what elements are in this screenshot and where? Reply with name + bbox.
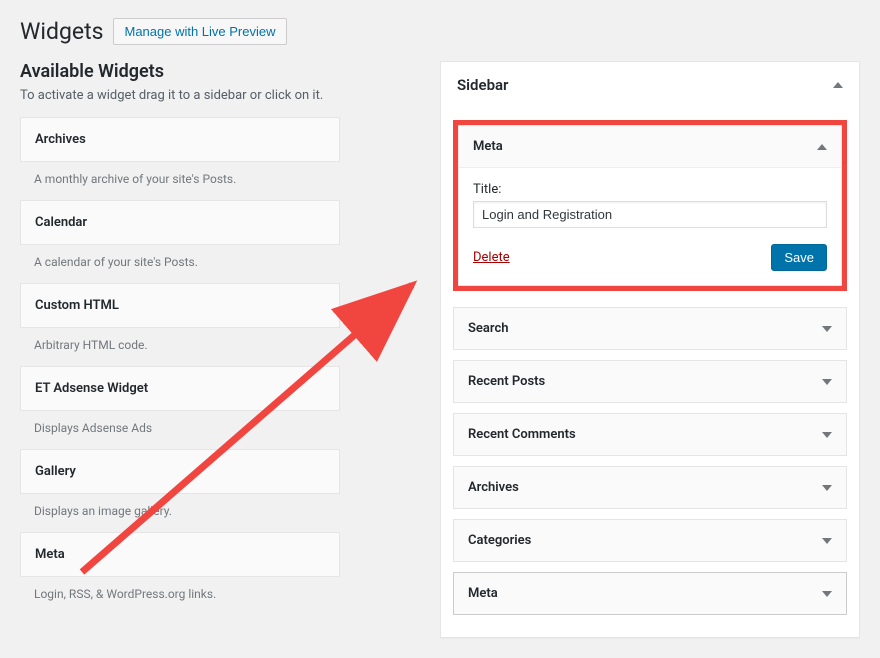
widget-desc: Login, RSS, & WordPress.org links. xyxy=(20,577,340,615)
widget-desc: Displays an image gallery. xyxy=(20,494,340,532)
widget-recent-posts-header[interactable]: Recent Posts xyxy=(454,361,846,402)
chevron-down-icon xyxy=(822,538,832,544)
page-title: Widgets xyxy=(20,18,103,45)
chevron-up-icon xyxy=(833,82,843,88)
highlight-annotation: Meta Title: Delete Save xyxy=(453,120,847,291)
widget-desc: Displays Adsense Ads xyxy=(20,411,340,449)
widget-archives-header[interactable]: Archives xyxy=(454,467,846,508)
widget-meta-header[interactable]: Meta xyxy=(459,126,841,168)
widget-name-label: Search xyxy=(468,321,509,336)
available-widget-gallery[interactable]: Gallery xyxy=(20,449,340,494)
title-field-label: Title: xyxy=(473,182,827,197)
manage-live-preview-button[interactable]: Manage with Live Preview xyxy=(113,18,286,45)
widget-name-label: Categories xyxy=(468,533,531,548)
chevron-down-icon xyxy=(822,485,832,491)
widget-desc: A monthly archive of your site's Posts. xyxy=(20,162,340,200)
widget-name-label: Meta xyxy=(468,586,498,601)
available-widget-calendar[interactable]: Calendar xyxy=(20,200,340,245)
available-widget-et-adsense[interactable]: ET Adsense Widget xyxy=(20,366,340,411)
available-widget-meta[interactable]: Meta xyxy=(20,532,340,577)
available-widget-custom-html[interactable]: Custom HTML xyxy=(20,283,340,328)
chevron-down-icon xyxy=(822,379,832,385)
chevron-down-icon xyxy=(822,591,832,597)
widget-recent-comments-header[interactable]: Recent Comments xyxy=(454,414,846,455)
available-widgets-description: To activate a widget drag it to a sideba… xyxy=(20,88,340,103)
widget-name-label: Archives xyxy=(468,480,519,495)
sidebar-area-header[interactable]: Sidebar xyxy=(441,62,859,108)
widget-title-input[interactable] xyxy=(473,201,827,228)
widget-desc: A calendar of your site's Posts. xyxy=(20,245,340,283)
available-widget-archives[interactable]: Archives xyxy=(20,117,340,162)
save-button[interactable]: Save xyxy=(771,244,827,271)
chevron-down-icon xyxy=(822,432,832,438)
widget-name-label: Meta xyxy=(473,139,503,154)
available-widgets-heading: Available Widgets xyxy=(20,61,340,82)
chevron-up-icon xyxy=(817,144,827,150)
widget-search-header[interactable]: Search xyxy=(454,308,846,349)
delete-widget-link[interactable]: Delete xyxy=(473,250,510,265)
widget-categories-header[interactable]: Categories xyxy=(454,520,846,561)
widget-desc: Arbitrary HTML code. xyxy=(20,328,340,366)
widget-name-label: Recent Posts xyxy=(468,374,545,389)
chevron-down-icon xyxy=(822,326,832,332)
widget-meta-collapsed-header[interactable]: Meta xyxy=(454,573,846,614)
widget-name-label: Recent Comments xyxy=(468,427,576,442)
sidebar-area-title: Sidebar xyxy=(457,76,508,94)
